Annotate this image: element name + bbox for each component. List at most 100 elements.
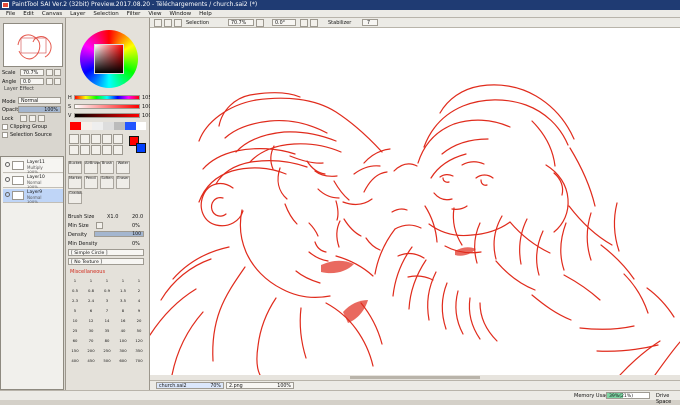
airbrush-tool[interactable]: AirBrush xyxy=(84,161,100,174)
size-row-9: 400 450 500 600 700 xyxy=(71,358,143,363)
checkbox-selection-source[interactable] xyxy=(2,132,8,138)
eyedropper-icon[interactable] xyxy=(91,145,101,155)
eye-icon[interactable] xyxy=(5,192,10,197)
water-tool[interactable]: Water xyxy=(116,161,130,174)
zoom-tool-icon[interactable] xyxy=(80,145,90,155)
menu-edit[interactable]: Edit xyxy=(21,10,40,17)
menu-help[interactable]: Help xyxy=(197,10,218,17)
menu-window[interactable]: Window xyxy=(167,10,197,17)
text-icon[interactable] xyxy=(113,134,123,144)
marker-tool[interactable]: Marker xyxy=(68,176,82,189)
angle-field[interactable]: 0.0 xyxy=(20,78,44,85)
reset-view-icon[interactable] xyxy=(310,19,318,27)
density-label: Density xyxy=(68,232,88,238)
brush-tool[interactable]: Brush xyxy=(100,161,114,174)
app-icon xyxy=(2,2,9,8)
layer-list: Layer11 Multiply 100% Layer10 Normal 100… xyxy=(0,156,64,390)
stabilizer-field[interactable]: 7 xyxy=(362,19,378,26)
menu-view[interactable]: View xyxy=(146,10,167,17)
size-row-7: 60 70 80 100 120 xyxy=(72,338,143,343)
angle-toolbar-field[interactable]: 0.0° xyxy=(272,19,296,26)
brush-shape-value: [ Simple Circle ] xyxy=(71,250,108,256)
h-slider[interactable] xyxy=(74,95,140,100)
stabilizer-label: Stabilizer xyxy=(328,20,352,26)
document-tabs: church.sai2 70% 2.png 100% xyxy=(150,380,680,390)
density-value: 100 xyxy=(132,232,141,237)
stabilizer-value: 7 xyxy=(367,20,371,26)
document-tab[interactable]: 2.png 100% xyxy=(226,382,294,389)
size-row-4: 5 6 7 8 9 xyxy=(73,308,141,313)
zoom-out-icon[interactable] xyxy=(54,69,61,76)
drawing-canvas[interactable] xyxy=(150,28,680,375)
gradation-tool[interactable]: Gradat. xyxy=(68,191,83,204)
rotate-left-icon[interactable] xyxy=(46,78,53,85)
lock-icon[interactable] xyxy=(20,115,27,122)
v-slider[interactable] xyxy=(74,113,140,118)
invert-selection-icon[interactable] xyxy=(174,19,182,27)
move-icon[interactable] xyxy=(102,134,112,144)
scale-value: 70.7% xyxy=(23,70,39,76)
secondary-color-swatch[interactable] xyxy=(136,143,146,153)
layer-item-active[interactable]: Layer9 Normal 100% xyxy=(3,189,63,204)
flip-canvas-icon[interactable] xyxy=(300,19,308,27)
s-label: S xyxy=(68,104,72,110)
selection-label: Selection xyxy=(186,20,210,26)
lasso-icon[interactable] xyxy=(80,134,90,144)
brush-shape-select[interactable]: [ Simple Circle ] xyxy=(68,249,144,256)
h-label: H xyxy=(68,95,72,101)
menu-file[interactable]: File xyxy=(4,10,21,17)
density-slider[interactable]: 100 xyxy=(94,231,144,237)
tool-panel: H 105 S 100 V 100 Bucket AirBrush Brush … xyxy=(66,18,152,390)
rotate-tool-icon[interactable] xyxy=(102,145,112,155)
mode-select[interactable]: Normal xyxy=(18,97,61,104)
eye-icon[interactable] xyxy=(5,177,10,182)
lock-pixels-icon[interactable] xyxy=(29,115,36,122)
menu-filter[interactable]: Filter xyxy=(125,10,147,17)
rotate-right-icon[interactable] xyxy=(54,78,61,85)
opacity-slider[interactable]: 100% xyxy=(18,106,61,113)
zoom-in-icon[interactable] xyxy=(46,69,53,76)
size-row-2: 0.5 0.8 0.9 1.5 2 xyxy=(71,288,141,293)
checkbox-clipping[interactable] xyxy=(2,124,8,130)
select-rect-icon[interactable] xyxy=(69,134,79,144)
navigator-preview[interactable] xyxy=(3,23,63,67)
menu-selection[interactable]: Selection xyxy=(91,10,124,17)
brush-texture-select[interactable]: [ No Texture ] xyxy=(68,258,144,265)
eraser-tool[interactable]: Eraser xyxy=(116,176,130,189)
pencil-tool[interactable]: Pencil xyxy=(84,176,98,189)
layer-item[interactable]: Layer10 Normal 100% xyxy=(3,174,63,189)
lock-move-icon[interactable] xyxy=(38,115,45,122)
layer-thumbnail xyxy=(12,176,24,185)
transform-icon[interactable] xyxy=(113,145,123,155)
left-panel: Scale 70.7% Angle 0.0 Layer Effect Mode … xyxy=(0,18,66,390)
min-density-label: Min Density xyxy=(68,241,98,247)
zoom-menu-icon[interactable] xyxy=(256,19,264,27)
layer-opacity: 100% xyxy=(27,199,38,204)
v-label: V xyxy=(68,113,72,119)
min-size-mode-icon[interactable] xyxy=(96,222,103,229)
menu-layer[interactable]: Layer xyxy=(68,10,91,17)
brush-texture-value: [ No Texture ] xyxy=(71,259,103,265)
color-square[interactable] xyxy=(94,44,124,74)
top-toolbar: Selection 70.7% 0.0° Stabilizer 7 xyxy=(150,18,680,28)
bucket-tool[interactable]: Bucket xyxy=(68,161,82,174)
document-tab[interactable]: church.sai2 70% xyxy=(156,382,224,389)
scrollbar-thumb[interactable] xyxy=(350,376,480,379)
hand-icon[interactable] xyxy=(69,145,79,155)
s-slider[interactable] xyxy=(74,104,140,109)
zoom-field[interactable]: 70.7% xyxy=(228,19,254,26)
angle-label: Angle xyxy=(2,79,17,85)
brush-size-value: 20.0 xyxy=(132,214,144,220)
soften-tool[interactable]: Soften xyxy=(100,176,114,189)
deselect-icon[interactable] xyxy=(164,19,172,27)
eye-icon[interactable] xyxy=(5,162,10,167)
recent-colors[interactable] xyxy=(70,122,146,130)
lock-label: Lock xyxy=(2,116,14,122)
layer-item[interactable]: Layer11 Multiply 100% xyxy=(3,159,63,174)
select-all-icon[interactable] xyxy=(154,19,162,27)
min-density-value: 0% xyxy=(132,241,140,247)
scale-label: Scale xyxy=(2,70,16,76)
menu-canvas[interactable]: Canvas xyxy=(40,10,68,17)
wand-icon[interactable] xyxy=(91,134,101,144)
scale-field[interactable]: 70.7% xyxy=(20,69,44,76)
